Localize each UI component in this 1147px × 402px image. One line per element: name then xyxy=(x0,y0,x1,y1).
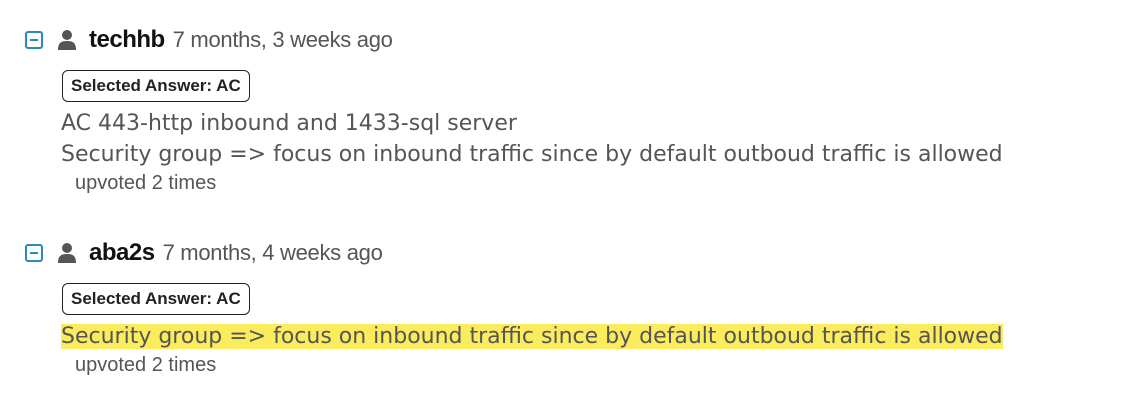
comment: aba2s 7 months, 4 weeks ago Selected Ans… xyxy=(25,237,1003,377)
timestamp: 7 months, 4 weeks ago xyxy=(162,240,383,265)
selected-answer-badge: Selected Answer: AC xyxy=(62,283,250,315)
comment: techhb 7 months, 3 weeks ago Selected An… xyxy=(25,24,1003,195)
username[interactable]: techhb xyxy=(89,26,165,54)
username[interactable]: aba2s xyxy=(89,239,155,267)
comment-header: aba2s 7 months, 4 weeks ago xyxy=(25,237,1003,269)
comment-header: techhb 7 months, 3 weeks ago xyxy=(25,24,1003,56)
comment-body: Security group => focus on inbound traff… xyxy=(61,321,1003,352)
comment-text-line: Security group => focus on inbound traff… xyxy=(61,142,1003,167)
user-icon xyxy=(57,29,77,51)
comment-body: AC 443-http inbound and 1433-sql server … xyxy=(61,108,1003,170)
upvote-count: upvoted 2 times xyxy=(75,354,217,376)
highlighted-comment-text: Security group => focus on inbound traff… xyxy=(61,324,1003,349)
collapse-icon[interactable] xyxy=(25,244,43,262)
user-icon xyxy=(57,242,77,264)
selected-answer-badge: Selected Answer: AC xyxy=(62,70,250,102)
timestamp: 7 months, 3 weeks ago xyxy=(172,27,393,52)
collapse-icon[interactable] xyxy=(25,31,43,49)
comment-text-line: AC 443-http inbound and 1433-sql server xyxy=(61,111,517,136)
upvote-count: upvoted 2 times xyxy=(75,172,217,194)
